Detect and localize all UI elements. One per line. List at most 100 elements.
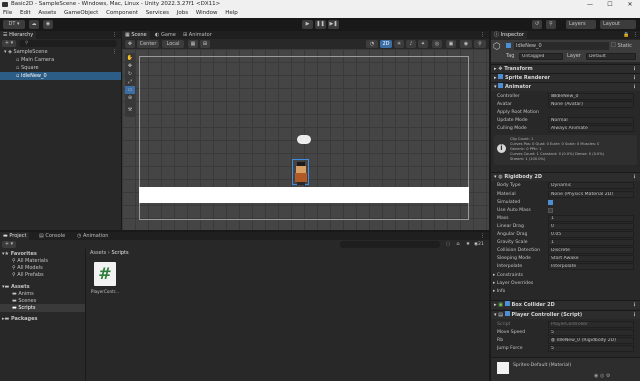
gizmos-icon[interactable]: ◉ xyxy=(460,40,472,48)
avatar-field[interactable]: None (Avatar) xyxy=(548,101,634,108)
active-toggle[interactable] xyxy=(506,43,511,50)
info-foldout[interactable]: ▸ Info xyxy=(493,288,505,296)
collab-icon[interactable]: ◉ xyxy=(43,20,53,29)
scene-menu-icon[interactable]: ⋮ xyxy=(112,48,117,56)
component-menu-icon[interactable]: ⋮ xyxy=(632,301,637,309)
close-button[interactable]: ✕ xyxy=(620,0,640,9)
panel-menu-icon[interactable]: ⋮ xyxy=(633,31,638,39)
menu-services[interactable]: Services xyxy=(146,10,169,16)
hierarchy-add-button[interactable]: + ▾ xyxy=(2,40,16,47)
menu-jobs[interactable]: Jobs xyxy=(177,10,188,16)
pivot-dropdown[interactable]: Center xyxy=(137,40,159,48)
layer-dropdown[interactable]: Default xyxy=(586,53,636,60)
tab-game[interactable]: ◐ Game xyxy=(152,31,179,39)
jump-force-field[interactable]: 5 xyxy=(548,345,634,352)
tab-animator[interactable]: ⊞ Animator xyxy=(180,31,215,39)
hierarchy-item-main-camera[interactable]: ▫ Main Camera xyxy=(0,56,121,64)
packages-folder[interactable]: ▸▬ Packages xyxy=(2,315,38,323)
history-icon[interactable]: ↺ xyxy=(532,20,542,29)
ground-square[interactable] xyxy=(139,187,469,203)
favorite-icon[interactable]: ★ xyxy=(464,240,472,249)
simulated-checkbox[interactable] xyxy=(548,200,553,207)
menu-component[interactable]: Component xyxy=(106,10,138,16)
component-menu-icon[interactable]: ⋮ xyxy=(632,173,637,181)
use-auto-mass-checkbox[interactable] xyxy=(548,208,553,215)
component-enable-checkbox[interactable] xyxy=(498,74,504,79)
move-tool-icon[interactable]: ✥ xyxy=(125,62,135,70)
camera-icon[interactable]: ▣ xyxy=(446,40,456,48)
active-checkbox[interactable] xyxy=(506,43,511,48)
material-field[interactable]: None (Physics Material 2D) xyxy=(548,191,634,198)
project-add-button[interactable]: + ▾ xyxy=(2,241,16,248)
rect-tool-icon[interactable]: ▭ xyxy=(125,86,135,94)
tab-animation[interactable]: ◷ Animation xyxy=(74,232,111,240)
hand-tool-icon[interactable]: ✋ xyxy=(125,54,135,62)
object-name-field[interactable]: IdleNew_0 xyxy=(514,42,609,50)
tab-project[interactable]: ▬ Project xyxy=(0,232,30,240)
static-toggle[interactable]: Static xyxy=(611,42,632,50)
custom-tool-icon[interactable]: ⚒ xyxy=(125,106,135,114)
account-button[interactable]: DT ▾ xyxy=(3,20,25,29)
play-button[interactable]: ▶ xyxy=(302,20,313,29)
tab-console[interactable]: ▤ Console xyxy=(36,232,68,240)
panel-menu-icon[interactable]: ⋮ xyxy=(112,31,117,39)
body-type-dropdown[interactable]: Dynamic xyxy=(548,182,634,189)
component-menu-icon[interactable]: ⋮ xyxy=(632,311,637,319)
update-mode-dropdown[interactable]: Normal xyxy=(548,117,634,124)
tag-dropdown[interactable]: Untagged xyxy=(519,53,563,60)
tab-hierarchy[interactable]: ☰ Hierarchy xyxy=(0,31,37,39)
breadcrumb-scripts[interactable]: Scripts xyxy=(111,250,128,256)
project-search-input[interactable] xyxy=(340,241,440,248)
pause-button[interactable]: ❚❚ xyxy=(315,20,326,29)
move-speed-field[interactable]: 5 xyxy=(548,329,634,336)
status-icon[interactable]: ⚙ xyxy=(606,373,610,379)
panel-menu-icon[interactable]: ⋮ xyxy=(480,31,485,39)
tab-inspector[interactable]: ⓘ Inspector xyxy=(491,31,527,39)
scene-root-item[interactable]: ▾ ◈ SampleScene ⋮ xyxy=(0,48,121,56)
constraints-foldout[interactable]: ▸ Constraints xyxy=(493,272,523,280)
effects-icon[interactable]: ✦ xyxy=(418,40,428,48)
box-collider-component[interactable]: ▸ ▣ Box Collider 2D ⋮ xyxy=(491,300,640,309)
filter-label-icon[interactable]: ⌂ xyxy=(454,240,462,249)
status-icon[interactable]: ◉ xyxy=(594,373,598,379)
checkbox[interactable] xyxy=(548,200,553,205)
rotate-tool-icon[interactable]: ↻ xyxy=(125,70,135,78)
controller-field[interactable]: ⊞IdleNew_0 xyxy=(548,93,634,100)
scene-search-icon[interactable]: ⚲ xyxy=(474,40,486,48)
breadcrumb-assets[interactable]: Assets xyxy=(90,250,106,256)
component-enable-checkbox[interactable] xyxy=(504,301,510,306)
menu-gameobject[interactable]: GameObject xyxy=(64,10,98,16)
filter-type-icon[interactable]: ◌ xyxy=(444,240,452,249)
animator-component[interactable]: ▾ Animator ⋮ xyxy=(491,82,640,91)
layers-dropdown[interactable]: Layers xyxy=(566,20,596,29)
component-menu-icon[interactable]: ⋮ xyxy=(632,74,637,82)
hidden-objects-icon[interactable]: ◎ xyxy=(432,40,442,48)
hierarchy-search-input[interactable]: ⚲ xyxy=(19,40,117,47)
component-menu-icon[interactable]: ⋮ xyxy=(632,65,637,73)
transform-component[interactable]: ▸ ✥ Transform ⋮ xyxy=(491,64,640,73)
culling-mode-dropdown[interactable]: Always Animate xyxy=(548,125,634,132)
menu-file[interactable]: File xyxy=(3,10,12,16)
menu-window[interactable]: Window xyxy=(196,10,218,16)
collision-detection-dropdown[interactable]: Discrete xyxy=(548,247,634,254)
mass-field[interactable]: 1 xyxy=(548,215,634,222)
hierarchy-item-square[interactable]: ▫ Square xyxy=(0,64,121,72)
mode-2d-toggle[interactable]: 2D xyxy=(380,40,392,48)
search-icon[interactable]: ⚲ xyxy=(546,20,556,29)
snap-increment-icon[interactable]: ⊞ xyxy=(200,40,210,48)
maximize-button[interactable]: ☐ xyxy=(600,0,620,9)
status-icon[interactable]: ◎ xyxy=(600,373,604,379)
sleeping-mode-dropdown[interactable]: Start Awake xyxy=(548,255,634,262)
cloud-icon[interactable]: ☁ xyxy=(29,20,39,29)
transform-all-icon[interactable]: ⊕ xyxy=(125,94,135,102)
angular-drag-field[interactable]: 0.05 xyxy=(548,231,634,238)
gravity-scale-field[interactable]: 1 xyxy=(548,239,634,246)
favorite-item[interactable]: ⚲ All Prefabs xyxy=(12,271,44,279)
menu-assets[interactable]: Assets xyxy=(38,10,56,16)
menu-edit[interactable]: Edit xyxy=(20,10,31,16)
checkbox[interactable] xyxy=(548,208,553,213)
layer-overrides-foldout[interactable]: ▸ Layer Overrides xyxy=(493,280,533,288)
layout-dropdown[interactable]: Layout xyxy=(600,20,636,29)
lighting-icon[interactable]: ☀ xyxy=(394,40,404,48)
component-menu-icon[interactable]: ⋮ xyxy=(632,83,637,91)
